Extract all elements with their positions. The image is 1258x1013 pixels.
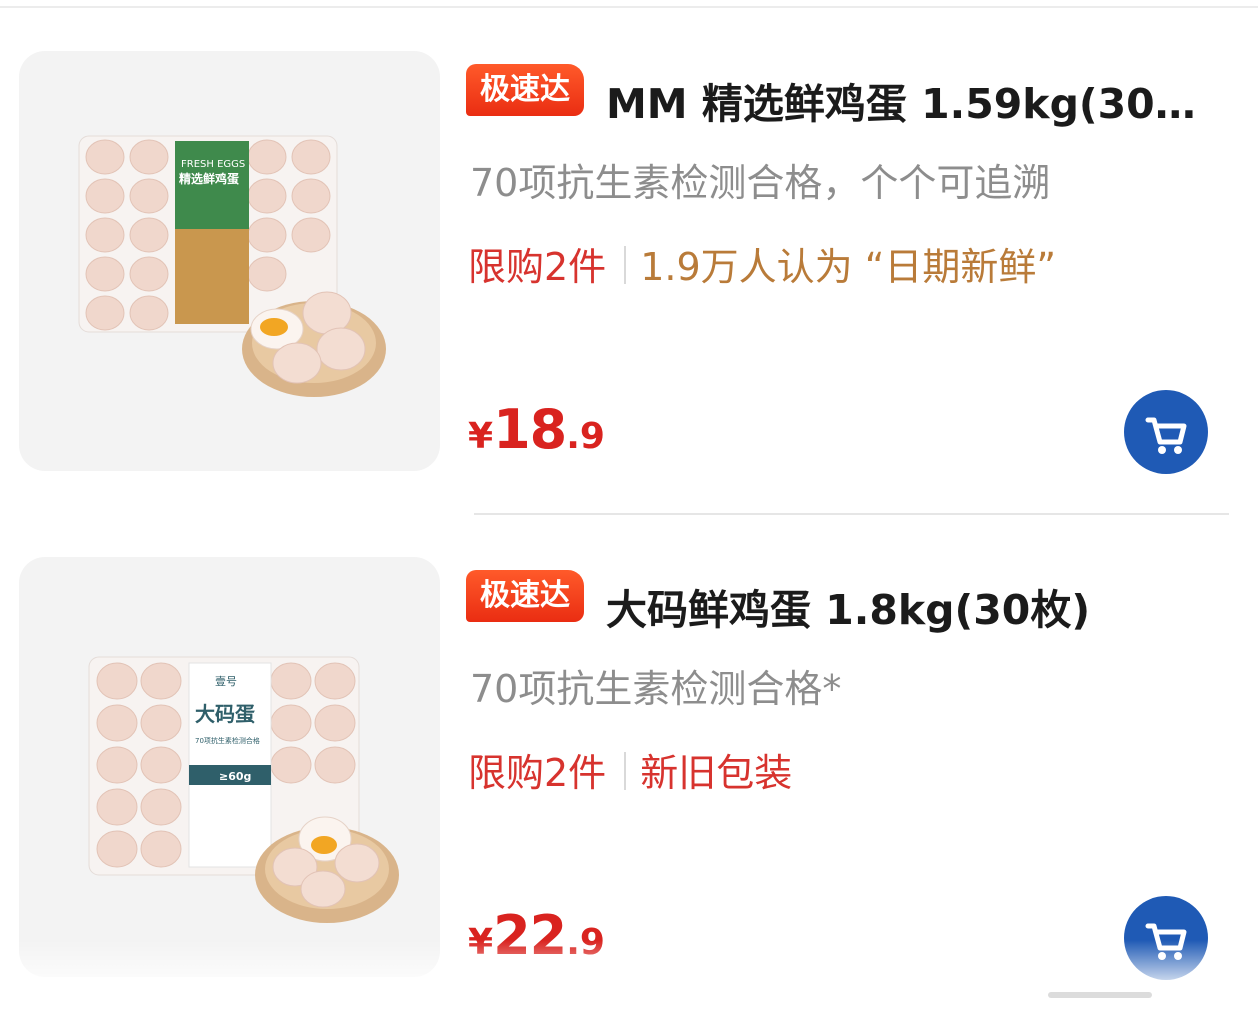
price-decimal: .9 <box>566 922 605 963</box>
top-divider <box>0 6 1258 8</box>
product-subtitle: 70项抗生素检测合格，个个可追溯 <box>470 161 1051 205</box>
egg-tray-image: 壹号 大码蛋 70项抗生素检测合格 ≥60g <box>88 656 399 923</box>
pack-claim: 70项抗生素检测合格 <box>195 736 260 745</box>
product-subtitle: 70项抗生素检测合格* <box>470 667 842 711</box>
product-title[interactable]: 大码鲜鸡蛋 1.8kg(30枚) <box>606 576 1222 636</box>
purchase-limit-tag: 限购2件 <box>468 245 607 289</box>
product-image[interactable]: 壹号 大码蛋 70项抗生素检测合格 ≥60g <box>19 557 440 977</box>
express-badge: 极速达 <box>466 64 584 116</box>
add-to-cart-button[interactable] <box>1124 390 1208 474</box>
express-badge: 极速达 <box>466 570 584 622</box>
title-row: 极速达 大码鲜鸡蛋 1.8kg(30枚) <box>466 570 1226 634</box>
add-to-cart-button[interactable] <box>1124 896 1208 980</box>
product-price: ¥22.9 <box>468 904 605 967</box>
price-integer: 18 <box>493 398 567 461</box>
pack-weight: ≥60g <box>219 770 251 783</box>
scroll-indicator[interactable] <box>1048 992 1152 998</box>
price-decimal: .9 <box>566 416 605 457</box>
egg-tray-image: FRESH EGGS 精选鲜鸡蛋 <box>78 135 386 397</box>
cart-icon <box>1145 923 1187 960</box>
product-title[interactable]: MM 精选鲜鸡蛋 1.59kg(30… <box>606 70 1222 130</box>
price-integer: 22 <box>493 904 567 967</box>
product-tags: 限购2件 新旧包装 <box>468 742 793 795</box>
packaging-tag: 新旧包装 <box>640 751 793 795</box>
pack-brand: 壹号 <box>215 675 237 688</box>
product-price: ¥18.9 <box>468 398 605 461</box>
product-card[interactable]: 壹号 大码蛋 70项抗生素检测合格 ≥60g 极速达 大码鲜鸡蛋 1.8kg(3… <box>0 554 1258 984</box>
purchase-limit-tag: 限购2件 <box>468 751 607 795</box>
cart-icon <box>1145 417 1187 454</box>
product-image[interactable]: FRESH EGGS 精选鲜鸡蛋 <box>19 51 440 471</box>
review-tag: 1.9万人认为 “日期新鲜” <box>640 245 1057 289</box>
tag-separator <box>624 246 627 284</box>
price-symbol: ¥ <box>468 922 494 963</box>
tag-separator <box>624 752 627 790</box>
card-divider <box>474 513 1229 515</box>
title-row: 极速达 MM 精选鲜鸡蛋 1.59kg(30… <box>466 64 1226 128</box>
price-symbol: ¥ <box>468 416 494 457</box>
product-card[interactable]: FRESH EGGS 精选鲜鸡蛋 极速达 MM 精选鲜鸡蛋 1.59kg(30…… <box>0 48 1258 478</box>
pack-label-cn: 大码蛋 <box>195 702 255 726</box>
pack-label-cn: 精选鲜鸡蛋 <box>179 171 239 186</box>
pack-label-en: FRESH EGGS <box>181 159 245 170</box>
product-tags: 限购2件 1.9万人认为 “日期新鲜” <box>468 236 1057 289</box>
